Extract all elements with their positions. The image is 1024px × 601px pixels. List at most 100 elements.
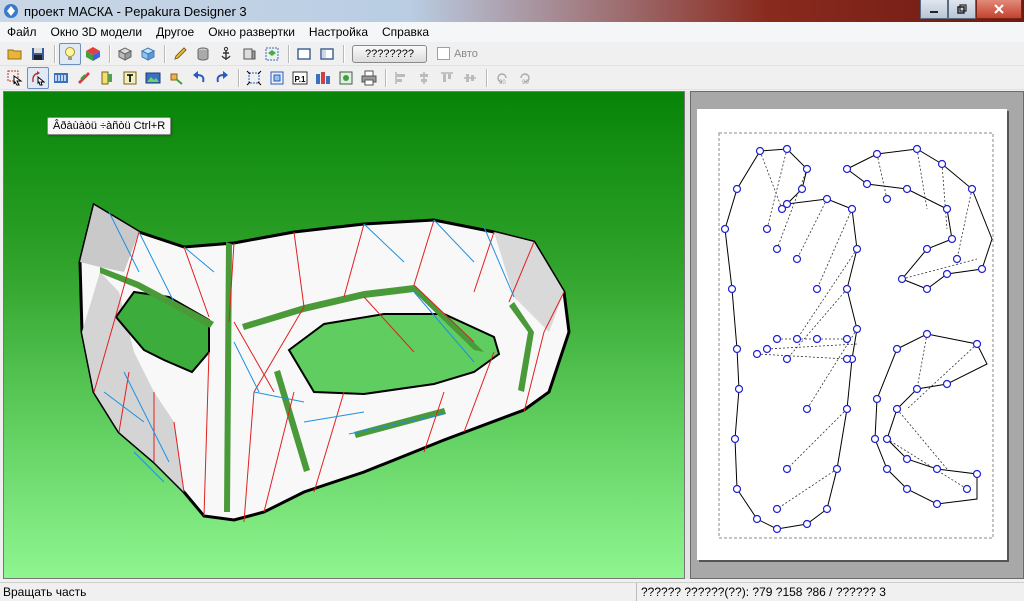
group-icon bbox=[270, 71, 284, 84]
texture-box-icon bbox=[140, 46, 156, 61]
flap-icon bbox=[101, 71, 112, 84]
align-top-button[interactable] bbox=[436, 67, 458, 89]
open-folder-icon bbox=[7, 49, 22, 59]
rotate-ccw-button[interactable]: 90 bbox=[491, 67, 513, 89]
rotate-part-tooltip: Âðàùàòü ÷àñòü Ctrl+R bbox=[47, 117, 172, 135]
window-controls bbox=[920, 0, 1022, 19]
flap-button[interactable] bbox=[96, 67, 118, 89]
status-mode-text: Вращать часть bbox=[3, 584, 87, 599]
fit-page-icon bbox=[246, 70, 262, 85]
minimize-icon bbox=[930, 11, 938, 13]
texture-button[interactable] bbox=[82, 43, 104, 65]
page-number-icon: P.1 bbox=[292, 71, 308, 84]
toolbar-separator bbox=[54, 44, 55, 63]
page-number-button[interactable]: P.1 bbox=[289, 67, 311, 89]
undo-button[interactable] bbox=[188, 67, 210, 89]
align-middle-button[interactable] bbox=[459, 67, 481, 89]
join-edges-icon bbox=[54, 72, 68, 83]
image-icon bbox=[145, 72, 161, 83]
print-layout-icon bbox=[316, 71, 330, 84]
align-center-icon bbox=[420, 71, 428, 84]
menu-settings[interactable]: Настройка bbox=[302, 22, 375, 42]
light-bulb-icon bbox=[65, 46, 75, 60]
texture-box-button[interactable] bbox=[137, 43, 159, 65]
unfold-icon bbox=[265, 47, 279, 60]
fit-page-button[interactable] bbox=[243, 67, 265, 89]
tabs-button[interactable] bbox=[73, 67, 95, 89]
pattern-piece-top-right bbox=[846, 148, 993, 290]
box-button[interactable] bbox=[114, 43, 136, 65]
save-disk-icon bbox=[32, 47, 44, 60]
move-part-button[interactable] bbox=[165, 67, 187, 89]
align-top-icon bbox=[441, 72, 453, 82]
redo-button[interactable] bbox=[211, 67, 233, 89]
print-icon bbox=[361, 70, 377, 85]
align-middle-icon bbox=[464, 73, 476, 82]
svg-text:P.1: P.1 bbox=[295, 75, 307, 84]
print-button[interactable] bbox=[358, 67, 380, 89]
mask-3d-model[interactable] bbox=[4, 92, 685, 579]
toolbar-separator bbox=[164, 44, 165, 63]
flat-box-button[interactable] bbox=[238, 43, 260, 65]
unfolded-pattern[interactable] bbox=[697, 109, 1007, 560]
align-left-icon bbox=[395, 71, 405, 84]
color-cube-icon bbox=[86, 46, 100, 61]
select-button[interactable] bbox=[4, 67, 26, 89]
checkbox-box[interactable] bbox=[436, 47, 450, 60]
rotate-cw-button[interactable]: 90 bbox=[514, 67, 536, 89]
single-view-icon bbox=[297, 47, 311, 60]
tabs-icon bbox=[78, 71, 90, 84]
status-dimensions-text: ?????? ??????(??): ?79 ?158 ?86 / ??????… bbox=[636, 582, 886, 601]
3d-model-viewport[interactable] bbox=[3, 91, 685, 579]
image-button[interactable] bbox=[142, 67, 164, 89]
align-left-button[interactable] bbox=[390, 67, 412, 89]
window-title: проект МАСКА - Pepakura Designer 3 bbox=[24, 3, 247, 19]
open-button[interactable] bbox=[4, 43, 26, 65]
toolbar-separator bbox=[238, 68, 239, 87]
maximize-button[interactable] bbox=[948, 0, 976, 19]
pencil-button[interactable] bbox=[169, 43, 191, 65]
image-export-button[interactable] bbox=[335, 67, 357, 89]
menu-help[interactable]: Справка bbox=[375, 22, 436, 42]
save-button[interactable] bbox=[27, 43, 49, 65]
menu-file[interactable]: Файл bbox=[0, 22, 44, 42]
title-bar: проект МАСКА - Pepakura Designer 3 bbox=[0, 0, 1024, 22]
menu-other[interactable]: Другое bbox=[149, 22, 201, 42]
anchor-icon bbox=[221, 46, 231, 60]
light-button[interactable] bbox=[59, 42, 81, 65]
redo-icon bbox=[216, 70, 228, 82]
group-button[interactable] bbox=[266, 67, 288, 89]
unfold-view[interactable] bbox=[690, 91, 1024, 579]
align-center-button[interactable] bbox=[413, 67, 435, 89]
single-view-button[interactable] bbox=[293, 43, 315, 65]
undo-icon bbox=[193, 70, 205, 82]
menu-3d-window[interactable]: Окно 3D модели bbox=[44, 22, 150, 42]
close-button[interactable] bbox=[976, 0, 1022, 19]
text-button[interactable] bbox=[119, 67, 141, 89]
svg-text:90: 90 bbox=[522, 80, 529, 86]
split-view-button[interactable] bbox=[316, 43, 338, 65]
cylinder-icon bbox=[197, 47, 209, 60]
paper-sheet[interactable] bbox=[697, 109, 1007, 560]
minimize-button[interactable] bbox=[920, 0, 948, 19]
close-icon bbox=[994, 4, 1004, 14]
toolbar-separator bbox=[385, 68, 386, 87]
auto-checkbox-label: Авто bbox=[453, 47, 478, 60]
auto-checkbox[interactable]: Авто bbox=[436, 47, 478, 60]
move-part-icon bbox=[170, 73, 183, 85]
toolbar-separator bbox=[288, 44, 289, 63]
rotate-part-icon bbox=[32, 70, 46, 85]
unfold-button[interactable]: ???????? bbox=[352, 44, 427, 63]
menu-unfold-window[interactable]: Окно развертки bbox=[201, 22, 302, 42]
toolbar-separator bbox=[343, 44, 344, 63]
unfold-tool-button[interactable] bbox=[261, 43, 283, 65]
flat-box-icon bbox=[243, 48, 256, 59]
status-bar: Вращать часть ?????? ??????(??): ?79 ?15… bbox=[0, 582, 1024, 601]
anchor-button[interactable] bbox=[215, 43, 237, 65]
rotate-part-button[interactable] bbox=[27, 66, 49, 89]
join-edges-button[interactable] bbox=[50, 67, 72, 89]
main-toolbar: ???????? Авто bbox=[0, 42, 1024, 66]
toolbar-separator bbox=[109, 44, 110, 63]
cylinder-button[interactable] bbox=[192, 43, 214, 65]
print-layout-button[interactable] bbox=[312, 67, 334, 89]
